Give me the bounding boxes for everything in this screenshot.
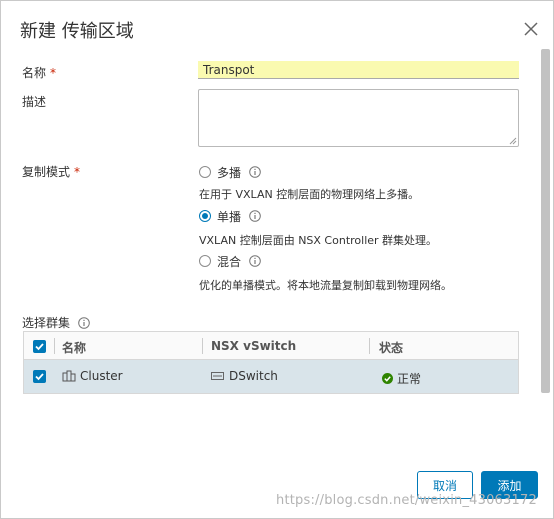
info-icon[interactable] bbox=[249, 255, 261, 267]
name-label-text: 名称 bbox=[22, 66, 47, 80]
info-icon[interactable] bbox=[249, 166, 261, 178]
info-icon[interactable] bbox=[78, 316, 90, 329]
cluster-grid: 名称 NSX vSwitch 状态 Cluster DSwitch 正常 bbox=[23, 331, 519, 394]
radio-label: 多播 bbox=[217, 165, 242, 180]
dialog-title: 新建 传输区域 bbox=[20, 21, 134, 42]
column-divider[interactable] bbox=[202, 338, 203, 354]
vswitch-cell: DSwitch bbox=[211, 369, 278, 383]
resize-handle-icon[interactable] bbox=[509, 137, 517, 145]
radio-label: 混合 bbox=[217, 254, 242, 269]
new-transport-zone-dialog: 新建 传输区域 名称 * Transpot 描述 复制模式 * 多播 在用于 VXL… bbox=[0, 0, 554, 519]
select-cluster-label-text: 选择群集 bbox=[22, 316, 71, 330]
cluster-icon bbox=[62, 370, 76, 382]
radio-button[interactable] bbox=[199, 210, 211, 222]
column-header-status[interactable]: 状态 bbox=[379, 339, 403, 356]
required-mark: * bbox=[50, 66, 57, 80]
grid-header: 名称 NSX vSwitch 状态 bbox=[24, 332, 518, 360]
radio-hybrid[interactable]: 混合 bbox=[199, 253, 261, 269]
switch-icon bbox=[211, 372, 224, 380]
watermark: https://blog.csdn.net/weixin_43063172 bbox=[276, 493, 537, 508]
replication-mode-label-text: 复制模式 bbox=[22, 165, 71, 179]
hybrid-description: 优化的单播模式。将本地流量复制卸载到物理网络。 bbox=[199, 279, 452, 292]
close-icon[interactable] bbox=[521, 19, 541, 39]
radio-label: 单播 bbox=[217, 209, 242, 224]
replication-mode-label: 复制模式 * bbox=[22, 163, 80, 180]
column-header-name[interactable]: 名称 bbox=[62, 339, 86, 356]
row-checkbox[interactable] bbox=[33, 370, 46, 383]
table-row[interactable]: Cluster DSwitch 正常 bbox=[24, 360, 518, 393]
radio-button[interactable] bbox=[199, 255, 211, 267]
multicast-description: 在用于 VXLAN 控制层面的物理网络上多播。 bbox=[199, 188, 420, 201]
cluster-name: Cluster bbox=[80, 369, 123, 383]
vswitch-name: DSwitch bbox=[229, 369, 278, 383]
column-divider[interactable] bbox=[369, 338, 370, 354]
column-header-vswitch[interactable]: NSX vSwitch bbox=[211, 339, 296, 353]
required-mark: * bbox=[74, 165, 81, 179]
check-circle-icon bbox=[382, 373, 393, 384]
select-cluster-label: 选择群集 bbox=[22, 314, 90, 331]
name-label: 名称 * bbox=[22, 64, 56, 81]
description-textarea[interactable] bbox=[198, 89, 519, 147]
radio-button[interactable] bbox=[199, 166, 211, 178]
name-input[interactable]: Transpot bbox=[198, 61, 519, 79]
status-cell: 正常 bbox=[382, 370, 421, 387]
radio-unicast[interactable]: 单播 bbox=[199, 208, 261, 224]
description-label: 描述 bbox=[22, 95, 47, 109]
select-all-checkbox[interactable] bbox=[33, 340, 46, 353]
scrollbar[interactable] bbox=[541, 49, 550, 393]
radio-multicast[interactable]: 多播 bbox=[199, 164, 261, 180]
cluster-cell: Cluster bbox=[62, 369, 123, 383]
status-text: 正常 bbox=[397, 372, 422, 386]
info-icon[interactable] bbox=[249, 210, 261, 222]
unicast-description: VXLAN 控制层面由 NSX Controller 群集处理。 bbox=[199, 234, 438, 247]
column-divider bbox=[54, 338, 55, 354]
